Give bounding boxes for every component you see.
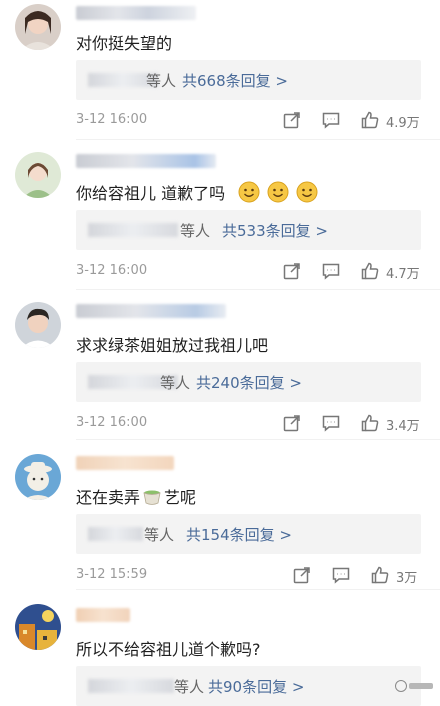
smile-emoji-icon bbox=[238, 181, 260, 207]
reply-users-blurred bbox=[88, 679, 174, 693]
reply-summary[interactable]: 等人 共154条回复 > bbox=[76, 514, 421, 554]
avatar[interactable] bbox=[15, 152, 61, 198]
comment-icon[interactable] bbox=[321, 413, 341, 433]
share-icon[interactable] bbox=[282, 110, 302, 130]
share-icon[interactable] bbox=[282, 413, 302, 433]
comment-time: 3-12 16:00 bbox=[76, 263, 148, 278]
avatar[interactable] bbox=[15, 302, 61, 348]
reply-users-suffix: 等人 bbox=[174, 678, 205, 696]
comment-item: 求求绿茶姐姐放过我祖儿吧 等人 共240条回复 > 3-12 16:00 3.4… bbox=[0, 290, 440, 440]
comment-icon[interactable] bbox=[321, 261, 341, 281]
tea-cup-emoji-icon bbox=[141, 485, 163, 511]
smile-emoji-icon bbox=[296, 181, 318, 207]
username-blurred[interactable] bbox=[76, 608, 130, 622]
reply-count-link[interactable]: 共154条回复 > bbox=[186, 524, 292, 545]
like-count: 4.7万 bbox=[386, 267, 420, 282]
share-icon[interactable] bbox=[282, 261, 302, 281]
reply-users-suffix: 等人 bbox=[146, 72, 177, 90]
username-blurred[interactable] bbox=[76, 456, 174, 470]
comment-text: 你给容祖儿 道歉了吗 bbox=[76, 180, 318, 207]
comment-text-content: 你给容祖儿 道歉了吗 bbox=[76, 184, 226, 203]
comment-item: 还在卖弄 艺呢 等人 共154条回复 > 3-12 15:59 3万 bbox=[0, 440, 440, 590]
comment-item: 你给容祖儿 道歉了吗 等人 共533条回复 > 3-12 16:00 4.7万 bbox=[0, 140, 440, 290]
like-count: 3.4万 bbox=[386, 419, 420, 434]
comment-time: 3-12 16:00 bbox=[76, 415, 148, 430]
avatar[interactable] bbox=[15, 4, 61, 50]
username-blurred[interactable] bbox=[76, 6, 196, 20]
reply-count-link[interactable]: 共668条回复 > bbox=[182, 70, 288, 91]
username-blurred[interactable] bbox=[76, 154, 216, 168]
comment-text: 还在卖弄 艺呢 bbox=[76, 484, 196, 511]
reply-users-blurred bbox=[88, 223, 178, 237]
comment-text: 所以不给容祖儿道个歉吗? bbox=[76, 640, 261, 659]
like-count: 3万 bbox=[396, 571, 418, 586]
reply-users-suffix: 等人 bbox=[180, 222, 211, 240]
watermark bbox=[394, 679, 434, 696]
comment-text: 对你挺失望的 bbox=[76, 34, 173, 53]
reply-count-link[interactable]: 共240条回复 > bbox=[196, 372, 302, 393]
reply-users-blurred bbox=[88, 527, 143, 541]
comment-text: 求求绿茶姐姐放过我祖儿吧 bbox=[76, 336, 269, 355]
comment-icon[interactable] bbox=[331, 565, 351, 585]
comment-time: 3-12 16:00 bbox=[76, 112, 148, 127]
reply-summary[interactable]: 等人 共240条回复 > bbox=[76, 362, 421, 402]
thumbs-up-icon[interactable] bbox=[360, 413, 380, 433]
reply-users-suffix: 等人 bbox=[144, 526, 175, 544]
reply-count-link[interactable]: 共90条回复 > bbox=[208, 676, 304, 697]
thumbs-up-icon[interactable] bbox=[370, 565, 390, 585]
comment-item: 所以不给容祖儿道个歉吗? 等人 共90条回复 > bbox=[0, 590, 440, 706]
thumbs-up-icon[interactable] bbox=[360, 261, 380, 281]
comment-icon[interactable] bbox=[321, 110, 341, 130]
reply-count-link[interactable]: 共533条回复 > bbox=[222, 220, 328, 241]
username-blurred[interactable] bbox=[76, 304, 226, 318]
comment-time: 3-12 15:59 bbox=[76, 567, 148, 582]
avatar[interactable] bbox=[15, 454, 61, 500]
comment-item: 对你挺失望的 等人 共668条回复 > 3-12 16:00 4.9万 bbox=[0, 0, 440, 140]
comment-text-after: 艺呢 bbox=[164, 488, 197, 507]
avatar[interactable] bbox=[15, 604, 61, 650]
share-icon[interactable] bbox=[292, 565, 312, 585]
reply-summary[interactable]: 等人 共90条回复 > bbox=[76, 666, 421, 706]
thumbs-up-icon[interactable] bbox=[360, 110, 380, 130]
reply-summary[interactable]: 等人 共668条回复 > bbox=[76, 60, 421, 100]
reply-summary[interactable]: 等人 共533条回复 > bbox=[76, 210, 421, 250]
smile-emoji-icon bbox=[267, 181, 289, 207]
comment-text-before: 还在卖弄 bbox=[76, 488, 141, 507]
like-count: 4.9万 bbox=[386, 116, 420, 131]
reply-users-suffix: 等人 bbox=[160, 374, 191, 392]
